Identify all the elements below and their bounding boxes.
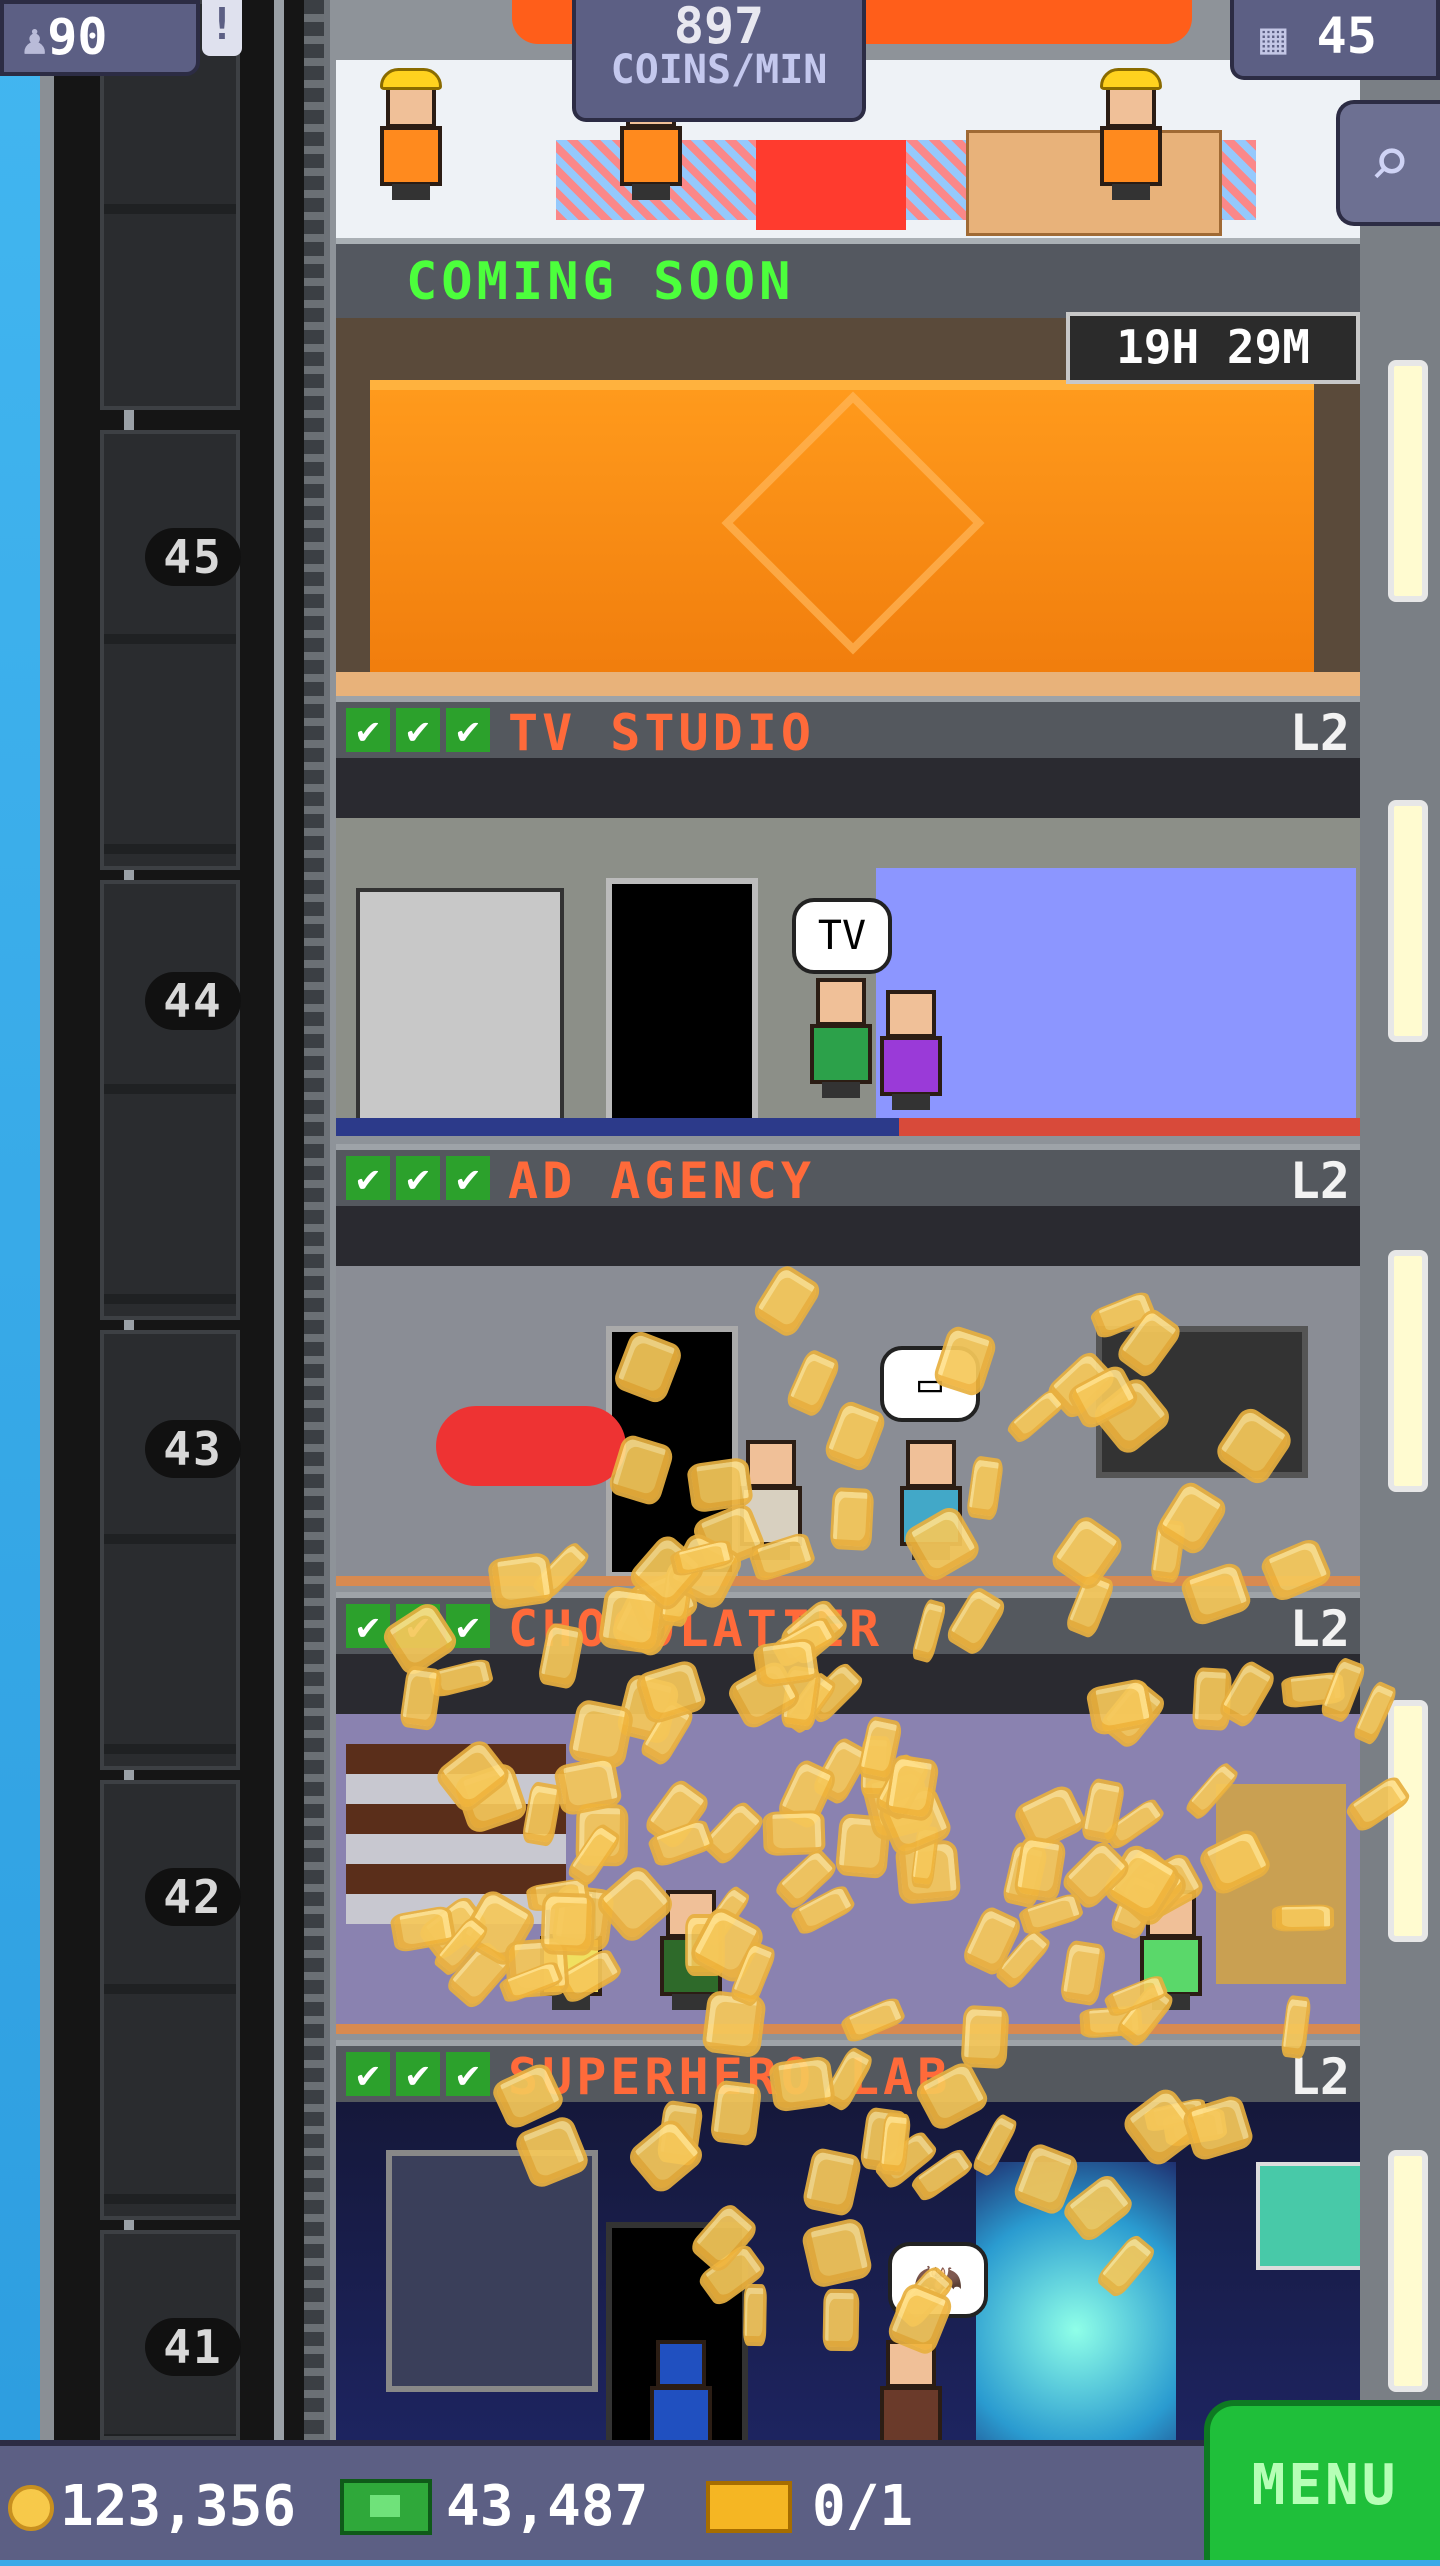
construction-tarp[interactable]	[370, 380, 1314, 686]
coins-per-minute-unit: COINS/MIN	[610, 47, 828, 93]
construction-sign-icon	[721, 391, 985, 655]
stock-checks: ✔ ✔ ✔	[346, 2052, 490, 2096]
floor-count[interactable]: ▦ 45	[1230, 0, 1440, 80]
floor-name: TV STUDIO	[508, 704, 815, 762]
sky-background	[0, 0, 40, 2440]
person-icon: ♟	[22, 15, 48, 64]
elevator-door-panel	[100, 880, 240, 1320]
coin	[829, 1486, 875, 1552]
alert-tab[interactable]: !	[202, 0, 242, 56]
tower-window	[1388, 800, 1428, 1042]
stock-checks: ✔ ✔ ✔	[346, 1156, 490, 1200]
tower-window	[1388, 360, 1428, 602]
coins-per-minute: 897 COINS/MIN	[572, 0, 866, 122]
bitizen[interactable]	[880, 990, 942, 1110]
stock-checks: ✔ ✔ ✔	[346, 708, 490, 752]
coin-icon	[8, 2485, 54, 2531]
construction-timer: 19H 29M	[1066, 312, 1360, 384]
elevator-rail-right	[274, 0, 284, 2440]
floor-level: L2	[1289, 704, 1350, 762]
floor-number-42: 42	[145, 1868, 241, 1926]
floor-number-45: 45	[145, 528, 241, 586]
floor-level: L2	[1289, 1600, 1350, 1658]
check-icon: ✔	[396, 2052, 440, 2096]
coins-per-minute-value: 897	[673, 0, 765, 55]
elevator-cable	[304, 0, 324, 2440]
check-icon: ✔	[346, 1604, 390, 1648]
elevator-door-panel	[100, 1780, 240, 2220]
bux-value: 43,487	[446, 2474, 649, 2539]
coin	[486, 1551, 556, 1611]
coins-balance[interactable]: 123,356	[8, 2472, 296, 2542]
coin	[883, 1753, 941, 1823]
floor-plank	[336, 672, 1360, 696]
check-icon: ✔	[446, 708, 490, 752]
tv-request-bubble[interactable]: TV	[792, 898, 892, 974]
bux-balance[interactable]: 43,487	[340, 2472, 648, 2542]
check-icon: ✔	[346, 1156, 390, 1200]
floor-level: L2	[1289, 1152, 1350, 1210]
floor-label-ad-agency[interactable]: ✔ ✔ ✔ AD AGENCY L2	[336, 1144, 1360, 1210]
tower-window	[1388, 1700, 1428, 1942]
floor-label-tv-studio[interactable]: ✔ ✔ ✔ TV STUDIO L2	[336, 696, 1360, 762]
elevator-door-panel	[100, 430, 240, 870]
tickets-value: 0/1	[812, 2474, 914, 2539]
coin	[540, 1892, 596, 1956]
menu-button[interactable]: MENU	[1204, 2400, 1440, 2560]
check-icon: ✔	[346, 2052, 390, 2096]
vip-tickets[interactable]: 0/1	[706, 2472, 913, 2542]
coming-soon-label: COMING SOON	[406, 252, 795, 312]
search-button[interactable]: ⌕	[1336, 100, 1440, 226]
tower-bux-icon	[340, 2479, 432, 2535]
elevator-door-panel	[100, 1330, 240, 1770]
vip-ticket-icon	[706, 2481, 792, 2533]
tower-window	[1388, 1250, 1428, 1492]
coin	[960, 2004, 1010, 2070]
coin	[767, 2055, 837, 2113]
magnifier-icon: ⌕	[1368, 121, 1412, 203]
check-icon: ✔	[396, 1156, 440, 1200]
coin	[742, 2283, 768, 2347]
coming-soon-bar: COMING SOON	[336, 238, 1360, 318]
coin	[752, 1637, 820, 1689]
tower-window	[1388, 2150, 1428, 2392]
floor-number-41: 41	[145, 2318, 241, 2376]
check-icon: ✔	[446, 1156, 490, 1200]
building-icon: ▦	[1260, 13, 1287, 64]
coin	[822, 2288, 860, 2352]
coin	[1271, 1904, 1335, 1932]
coin	[709, 2079, 763, 2147]
population-counter[interactable]: ♟90	[0, 0, 200, 76]
check-icon: ✔	[446, 2052, 490, 2096]
floor-number-43: 43	[145, 1420, 241, 1478]
floor-count-value: 45	[1316, 7, 1377, 65]
bitizen[interactable]	[810, 978, 872, 1098]
construction-worker	[1100, 68, 1162, 200]
floor-name: AD AGENCY	[508, 1152, 815, 1210]
population-value: 90	[47, 8, 108, 66]
check-icon: ✔	[346, 708, 390, 752]
coins-value: 123,356	[60, 2474, 297, 2539]
check-icon: ✔	[396, 708, 440, 752]
construction-worker	[380, 68, 442, 200]
floor-number-44: 44	[145, 972, 241, 1030]
